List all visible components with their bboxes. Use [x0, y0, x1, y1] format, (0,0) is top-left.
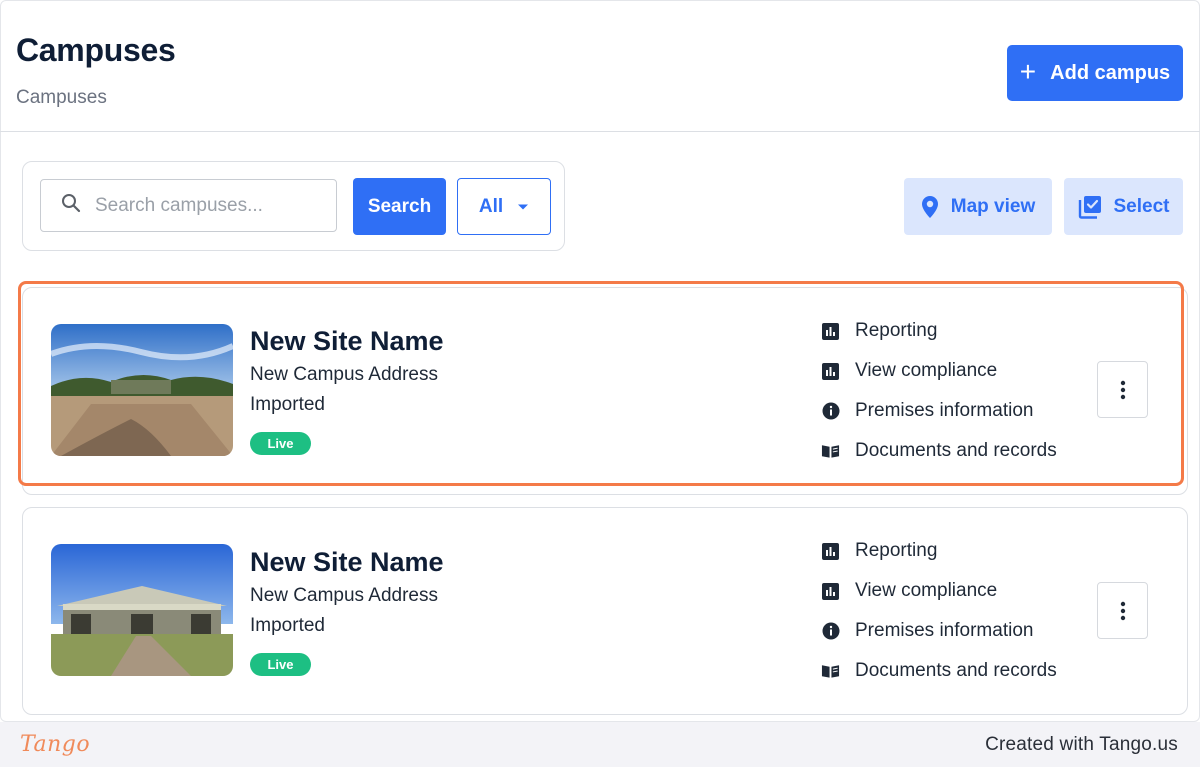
- reporting-link[interactable]: Reporting: [821, 320, 937, 342]
- campus-address: New Campus Address: [250, 364, 438, 385]
- map-view-button[interactable]: Map view: [904, 178, 1052, 235]
- caret-down-icon: [518, 204, 529, 209]
- documents-records-link[interactable]: Documents and records: [821, 440, 1057, 462]
- tango-logo[interactable]: Tango: [20, 732, 90, 757]
- live-badge: Live: [250, 432, 311, 455]
- book-icon: [821, 442, 840, 461]
- action-label: Reporting: [855, 320, 938, 341]
- checkbox-multiple-icon: [1078, 195, 1101, 219]
- campus-photo: [51, 324, 233, 456]
- map-view-label: Map view: [950, 195, 1036, 217]
- documents-records-link[interactable]: Documents and records: [821, 660, 1057, 682]
- view-compliance-link[interactable]: View compliance: [821, 580, 997, 602]
- premises-information-link[interactable]: Premises information: [821, 620, 1033, 642]
- book-icon: [821, 662, 840, 681]
- campus-address: New Campus Address: [250, 585, 438, 606]
- action-label: View compliance: [855, 360, 998, 381]
- filter-select-value: All: [478, 195, 504, 217]
- bar-chart-icon: [821, 322, 840, 341]
- search-button[interactable]: Search: [353, 178, 446, 235]
- search-input[interactable]: [95, 194, 315, 217]
- select-button[interactable]: Select: [1064, 178, 1183, 235]
- add-campus-button[interactable]: + Add campus: [1007, 45, 1183, 101]
- breadcrumb[interactable]: Campuses: [16, 87, 107, 109]
- campus-name[interactable]: New Site Name: [250, 547, 444, 578]
- reporting-link[interactable]: Reporting: [821, 540, 937, 562]
- info-icon: [821, 402, 840, 421]
- page-title: Campuses: [16, 32, 176, 68]
- info-icon: [821, 622, 840, 641]
- campus-status: Imported: [250, 394, 325, 415]
- premises-information-link[interactable]: Premises information: [821, 400, 1033, 422]
- search-icon: [61, 193, 81, 218]
- campus-status: Imported: [250, 615, 325, 636]
- add-campus-label: Add campus: [1050, 61, 1171, 84]
- select-label: Select: [1113, 195, 1170, 217]
- campus-card[interactable]: New Site Name New Campus Address Importe…: [22, 287, 1188, 495]
- view-compliance-link[interactable]: View compliance: [821, 360, 997, 382]
- more-vertical-icon: [1120, 380, 1125, 399]
- action-label: Premises information: [855, 400, 1034, 421]
- action-label: Documents and records: [855, 660, 1057, 681]
- bar-chart-icon: [821, 362, 840, 381]
- more-options-button[interactable]: [1097, 582, 1148, 639]
- more-options-button[interactable]: [1097, 361, 1148, 418]
- action-label: Documents and records: [855, 440, 1057, 461]
- campus-photo: [51, 544, 233, 676]
- live-badge: Live: [250, 653, 311, 676]
- more-vertical-icon: [1120, 601, 1125, 620]
- campus-card[interactable]: New Site Name New Campus Address Importe…: [22, 507, 1188, 715]
- campus-name[interactable]: New Site Name: [250, 326, 444, 357]
- header-divider: [0, 131, 1200, 132]
- footer-credit[interactable]: Created with Tango.us: [985, 734, 1178, 756]
- plus-icon: +: [1019, 55, 1037, 87]
- action-label: Reporting: [855, 540, 938, 561]
- map-pin-icon: [921, 195, 938, 218]
- action-label: Premises information: [855, 620, 1034, 641]
- bar-chart-icon: [821, 542, 840, 561]
- filter-select[interactable]: All: [457, 178, 551, 235]
- action-label: View compliance: [855, 580, 998, 601]
- bar-chart-icon: [821, 582, 840, 601]
- search-field[interactable]: [40, 179, 337, 232]
- footer-bar: Tango Created with Tango.us: [0, 722, 1200, 767]
